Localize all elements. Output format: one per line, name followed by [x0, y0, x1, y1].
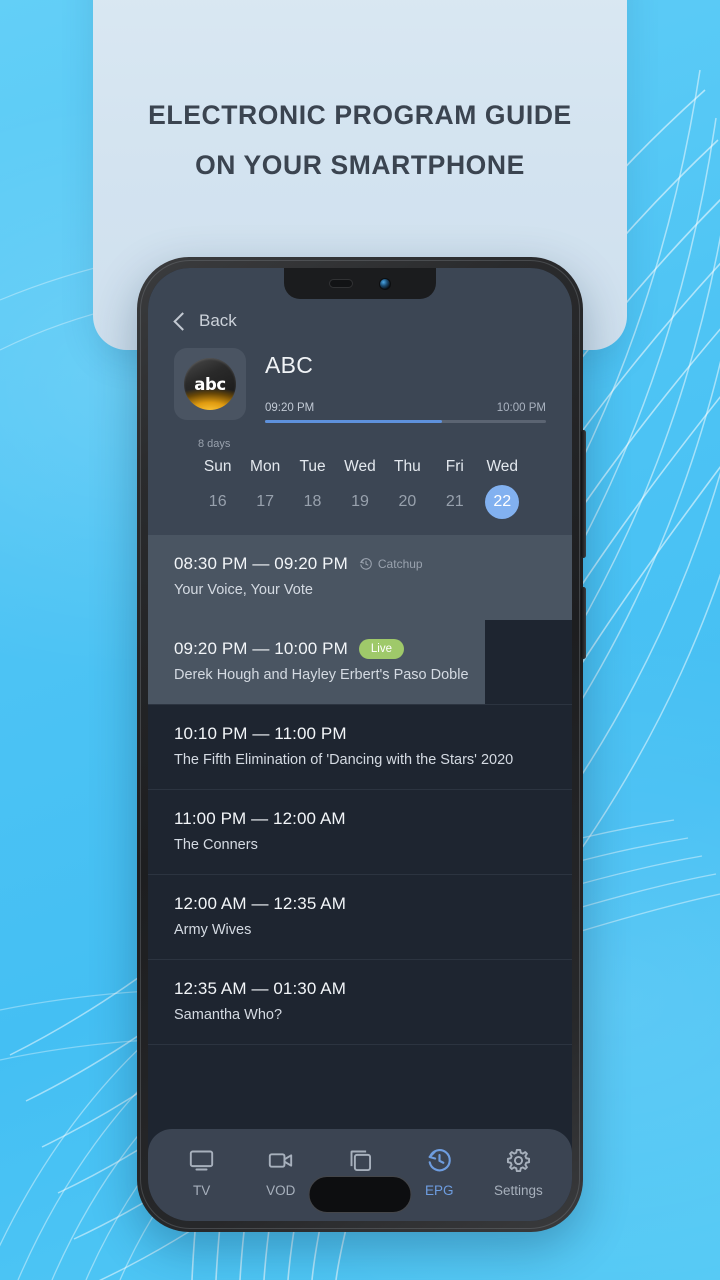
- program-row-0[interactable]: 08:30 PM — 09:20 PM Catchup Your Voice, …: [148, 535, 572, 620]
- nav-item-settings[interactable]: Settings: [479, 1147, 558, 1198]
- program-time: 08:30 PM — 09:20 PM: [174, 554, 348, 573]
- day-item-5[interactable]: Fri 21: [431, 458, 478, 519]
- current-program-times: 09:20 PM 10:00 PM: [265, 402, 546, 414]
- program-progress-fill: [265, 420, 443, 423]
- date-strip: 8 days Sun 16 Mon 17 Tue 18 Wed 19 Thu 2…: [174, 423, 546, 535]
- day-number: 22: [485, 485, 520, 519]
- app-header: Back abc ABC 09:20 PM 10:00 PM 8 days Su…: [148, 268, 572, 535]
- chevron-left-icon: [173, 311, 192, 331]
- abc-logo-text: abc: [194, 374, 226, 394]
- phone-screen: Back abc ABC 09:20 PM 10:00 PM 8 days Su…: [148, 268, 572, 1221]
- program-time: 12:00 AM — 12:35 AM: [174, 894, 346, 913]
- program-progress-bar[interactable]: [265, 420, 546, 423]
- day-number: 18: [303, 493, 322, 510]
- program-title: Army Wives: [174, 922, 252, 938]
- program-time: 11:00 PM — 12:00 AM: [174, 809, 346, 828]
- nav-item-tv[interactable]: TV: [162, 1147, 241, 1198]
- tv-icon: [162, 1147, 241, 1175]
- phone-mockup: Back abc ABC 09:20 PM 10:00 PM 8 days Su…: [137, 257, 586, 1232]
- day-number: 21: [445, 493, 464, 510]
- back-button[interactable]: Back: [173, 304, 546, 338]
- program-title: Derek Hough and Hayley Erbert's Paso Dob…: [174, 667, 469, 683]
- day-number: 17: [256, 493, 275, 510]
- nav-label: TV: [192, 1182, 211, 1198]
- back-button-label: Back: [199, 311, 237, 330]
- day-name: Thu: [394, 458, 421, 475]
- day-selector: Sun 16 Mon 17 Tue 18 Wed 19 Thu 20 Fri 2…: [194, 458, 526, 519]
- day-name: Mon: [250, 458, 281, 475]
- gear-icon: [479, 1147, 558, 1175]
- program-row-5[interactable]: 12:35 AM — 01:30 AM Samantha Who?: [148, 960, 572, 1045]
- days-count-label: 8 days: [198, 438, 231, 450]
- day-number: 20: [398, 493, 417, 510]
- program-title: Samantha Who?: [174, 1007, 283, 1023]
- phone-notch: [284, 268, 436, 299]
- headline-line-2: ON YOUR SMARTPHONE: [195, 150, 525, 180]
- day-item-1[interactable]: Mon 17: [241, 458, 288, 519]
- channel-logo[interactable]: abc: [174, 348, 246, 420]
- day-number: 16: [208, 493, 227, 510]
- program-list: 08:30 PM — 09:20 PM Catchup Your Voice, …: [148, 535, 572, 1097]
- program-time: 10:10 PM — 11:00 PM: [174, 724, 347, 743]
- day-name: Wed: [344, 458, 376, 475]
- day-name: Sun: [203, 458, 232, 475]
- day-name: Fri: [445, 458, 464, 475]
- clock-rewind-icon: [400, 1147, 479, 1175]
- layers-icon: [320, 1147, 399, 1175]
- program-title: The Fifth Elimination of 'Dancing with t…: [174, 752, 514, 768]
- day-number: 19: [351, 493, 369, 510]
- program-row-4[interactable]: 12:00 AM — 12:35 AM Army Wives: [148, 875, 572, 960]
- day-item-4[interactable]: Thu 20: [384, 458, 431, 519]
- day-item-3[interactable]: Wed 19: [336, 458, 383, 519]
- catchup-badge-label: Catchup: [377, 557, 423, 571]
- channel-header: abc ABC 09:20 PM 10:00 PM: [174, 348, 546, 423]
- day-name: Tue: [299, 458, 326, 475]
- program-title: Your Voice, Your Vote: [174, 582, 313, 598]
- home-button[interactable]: [308, 1176, 412, 1213]
- program-title: The Conners: [174, 837, 258, 853]
- nav-label: Settings: [494, 1182, 543, 1198]
- program-time: 09:20 PM — 10:00 PM: [174, 639, 348, 658]
- channel-name: ABC: [265, 352, 314, 378]
- catchup-badge[interactable]: Catchup: [359, 557, 423, 571]
- day-name: Wed: [486, 458, 519, 475]
- nav-item-epg[interactable]: EPG: [400, 1147, 479, 1198]
- program-time: 12:35 AM — 01:30 AM: [174, 979, 346, 998]
- live-badge: Live: [358, 639, 404, 659]
- headline-line-1: ELECTRONIC PROGRAM GUIDE: [148, 100, 572, 130]
- program-row-placeholder: [148, 1045, 572, 1097]
- day-item-2[interactable]: Tue 18: [289, 458, 336, 519]
- program-row-2[interactable]: 10:10 PM — 11:00 PM The Fifth Eliminatio…: [148, 705, 572, 790]
- clock-rewind-icon: [359, 558, 372, 570]
- abc-logo-icon: abc: [184, 358, 236, 410]
- front-camera-icon: [379, 277, 391, 290]
- program-row-1-live[interactable]: 09:20 PM — 10:00 PM Live Derek Hough and…: [148, 620, 572, 705]
- program-start-time: 09:20 PM: [265, 402, 315, 414]
- program-row-3[interactable]: 11:00 PM — 12:00 AM The Conners: [148, 790, 572, 875]
- earpiece-speaker-icon: [329, 279, 353, 288]
- volume-button[interactable]: [581, 430, 586, 558]
- video-camera-icon: [241, 1147, 320, 1175]
- day-item-6-selected[interactable]: Wed 22: [479, 458, 526, 519]
- power-button[interactable]: [581, 587, 586, 659]
- day-item-0[interactable]: Sun 16: [194, 458, 241, 519]
- program-end-time: 10:00 PM: [496, 402, 546, 414]
